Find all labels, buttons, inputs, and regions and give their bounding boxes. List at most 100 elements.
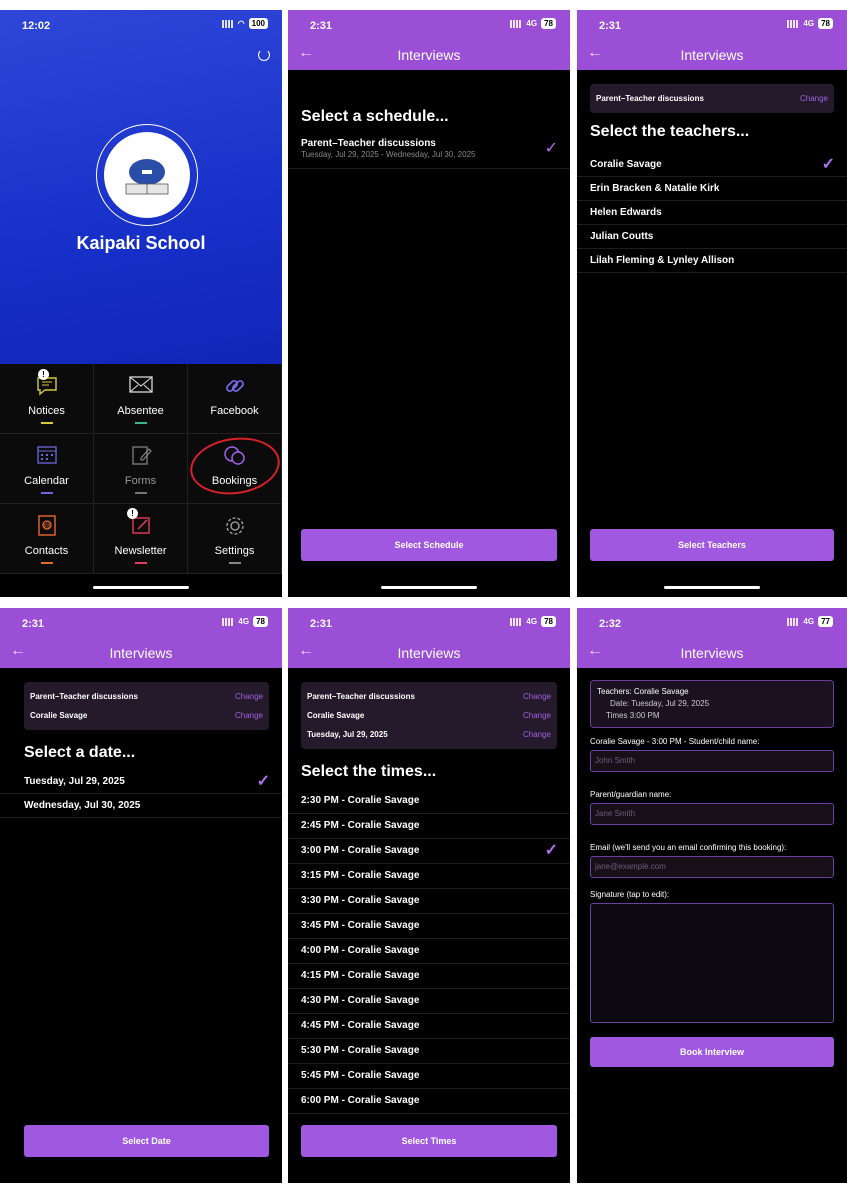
time-option[interactable]: 4:30 PM - Coralie Savage (288, 989, 570, 1014)
navbar: 2:32 4G 77 ← Interviews (577, 608, 847, 668)
edit-form-icon (131, 446, 152, 465)
svg-text:@: @ (43, 523, 50, 530)
time-option[interactable]: 2:45 PM - Coralie Savage (288, 814, 570, 839)
tile-facebook[interactable]: Facebook (188, 364, 282, 434)
tile-forms[interactable]: Forms (94, 434, 188, 504)
change-link[interactable]: Change (523, 725, 551, 744)
teacher-option[interactable]: Julian Coutts (577, 225, 847, 249)
tile-absentee[interactable]: Absentee (94, 364, 188, 434)
time-option[interactable]: 3:15 PM - Coralie Savage (288, 864, 570, 889)
change-link[interactable]: Change (235, 687, 263, 706)
school-crest-icon (125, 159, 169, 195)
tile-calendar[interactable]: Calendar (0, 434, 94, 504)
student-name-label: Coralie Savage - 3:00 PM - Student/child… (590, 737, 760, 746)
time-option[interactable]: 4:45 PM - Coralie Savage (288, 1014, 570, 1039)
select-teachers-button[interactable]: Select Teachers (590, 529, 834, 561)
tile-bookings[interactable]: Bookings (186, 432, 282, 504)
school-logo (96, 124, 198, 226)
signal-icon (787, 617, 800, 626)
checkmark-icon: ✓ (544, 842, 558, 859)
signal-icon (221, 19, 234, 28)
signal-icon (787, 19, 800, 28)
time-option[interactable]: 4:15 PM - Coralie Savage (288, 964, 570, 989)
teacher-option[interactable]: Erin Bracken & Natalie Kirk (577, 177, 847, 201)
status-bar: 12:02 ◠ 100 (0, 10, 282, 40)
checkmark-icon: ✓ (821, 156, 835, 173)
teachers-screen: 2:31 4G 78 ← Interviews Parent–Teacher di… (577, 10, 847, 597)
time-option[interactable]: 3:45 PM - Coralie Savage (288, 914, 570, 939)
time-option[interactable]: 2:30 PM - Coralie Savage (288, 789, 570, 814)
tile-settings[interactable]: Settings (188, 504, 282, 574)
tile-label: Forms (124, 475, 157, 487)
student-name-field[interactable]: John Smith (590, 750, 834, 772)
screen-heading: Select the times... (301, 763, 437, 780)
schedule-option[interactable]: Parent–Teacher discussions Tuesday, Jul … (288, 126, 570, 169)
change-link[interactable]: Change (800, 89, 828, 108)
tile-notices[interactable]: ! Notices (0, 364, 94, 434)
time-option[interactable]: 3:30 PM - Coralie Savage (288, 889, 570, 914)
nav-title: Interviews (397, 47, 461, 63)
tile-label: Settings (214, 545, 255, 557)
select-schedule-button[interactable]: Select Schedule (301, 529, 557, 561)
feature-grid: ! Notices Absentee Facebook Calendar For… (0, 364, 282, 574)
change-link[interactable]: Change (235, 706, 263, 725)
tile-label: Newsletter (114, 545, 167, 557)
screen-heading: Select a date... (24, 744, 136, 761)
select-date-button[interactable]: Select Date (24, 1125, 269, 1157)
select-times-button[interactable]: Select Times (301, 1125, 557, 1157)
highlight-circle (186, 432, 282, 500)
time-option[interactable]: 3:00 PM - Coralie Savage ✓ (288, 839, 570, 864)
tile-label: Notices (28, 405, 65, 417)
signature-pad[interactable] (590, 903, 834, 1023)
school-hero: 12:02 ◠ 100 Kaipaki School (0, 10, 282, 364)
status-time: 12:02 (22, 20, 51, 32)
tile-newsletter[interactable]: ! Newsletter (94, 504, 188, 574)
nav-title: Interviews (680, 47, 744, 63)
times-screen: 2:31 4G 78 ← Interviews Parent–Teacher di… (288, 608, 570, 1183)
parent-name-field[interactable]: Jane Smith (590, 803, 834, 825)
tile-label: Absentee (117, 405, 164, 417)
email-label: Email (we'll send you an email confirmin… (590, 843, 787, 852)
schedule-dates: Tuesday, Jul 29, 2025 - Wednesday, Jul 3… (301, 150, 476, 159)
signal-icon (510, 617, 523, 626)
teacher-option[interactable]: Helen Edwards (577, 201, 847, 225)
schedule-screen: 2:31 4G 78 ← Interviews Select a schedule… (288, 10, 570, 597)
battery-badge: 100 (248, 18, 268, 29)
link-icon (225, 380, 244, 392)
schedule-name: Parent–Teacher discussions (301, 138, 436, 149)
envelope-icon (128, 376, 153, 393)
date-screen: 2:31 4G 78 ← Interviews Parent–Teacher di… (0, 608, 282, 1183)
book-interview-button[interactable]: Book Interview (590, 1037, 834, 1067)
time-option[interactable]: 6:00 PM - Coralie Savage (288, 1089, 570, 1114)
navbar: 2:31 4G 78 ← Interviews (288, 608, 570, 668)
email-field[interactable]: jane@example.com (590, 856, 834, 878)
navbar: 2:31 4G 78 ← Interviews (288, 10, 570, 70)
time-option[interactable]: 4:00 PM - Coralie Savage (288, 939, 570, 964)
checkmark-icon: ✓ (256, 773, 270, 790)
teacher-option[interactable]: Coralie Savage ✓ (577, 153, 847, 177)
refresh-icon[interactable] (258, 49, 270, 61)
school-name: Kaipaki School (76, 233, 206, 253)
tile-contacts[interactable]: @ Contacts (0, 504, 94, 574)
signal-icon (222, 617, 235, 626)
home-indicator (664, 586, 760, 589)
parent-name-label: Parent/guardian name: (590, 790, 672, 799)
notices-badge: ! (38, 369, 49, 380)
checkmark-icon: ✓ (544, 140, 558, 157)
contacts-book-icon: @ (37, 515, 56, 536)
change-link[interactable]: Change (523, 687, 551, 706)
booking-summary: Teachers: Coralie Savage Date: Tuesday, … (590, 680, 834, 728)
home-screen: 12:02 ◠ 100 Kaipaki School ! Notices Abs… (0, 10, 282, 597)
time-option[interactable]: 5:30 PM - Coralie Savage (288, 1039, 570, 1064)
selection-summary: Parent–Teacher discussions Change Coralie… (24, 682, 269, 730)
teacher-option[interactable]: Lilah Fleming & Lynley Allison (577, 249, 847, 273)
tile-label: Contacts (24, 545, 69, 557)
screen-heading: Select a schedule... (301, 108, 449, 125)
change-link[interactable]: Change (523, 706, 551, 725)
date-option[interactable]: Tuesday, Jul 29, 2025 ✓ (0, 770, 282, 794)
date-option[interactable]: Wednesday, Jul 30, 2025 (0, 794, 282, 818)
newsletter-badge: ! (127, 508, 138, 519)
tile-label: Facebook (210, 405, 259, 417)
time-option[interactable]: 5:45 PM - Coralie Savage (288, 1064, 570, 1089)
nav-title: Interviews (109, 645, 173, 661)
